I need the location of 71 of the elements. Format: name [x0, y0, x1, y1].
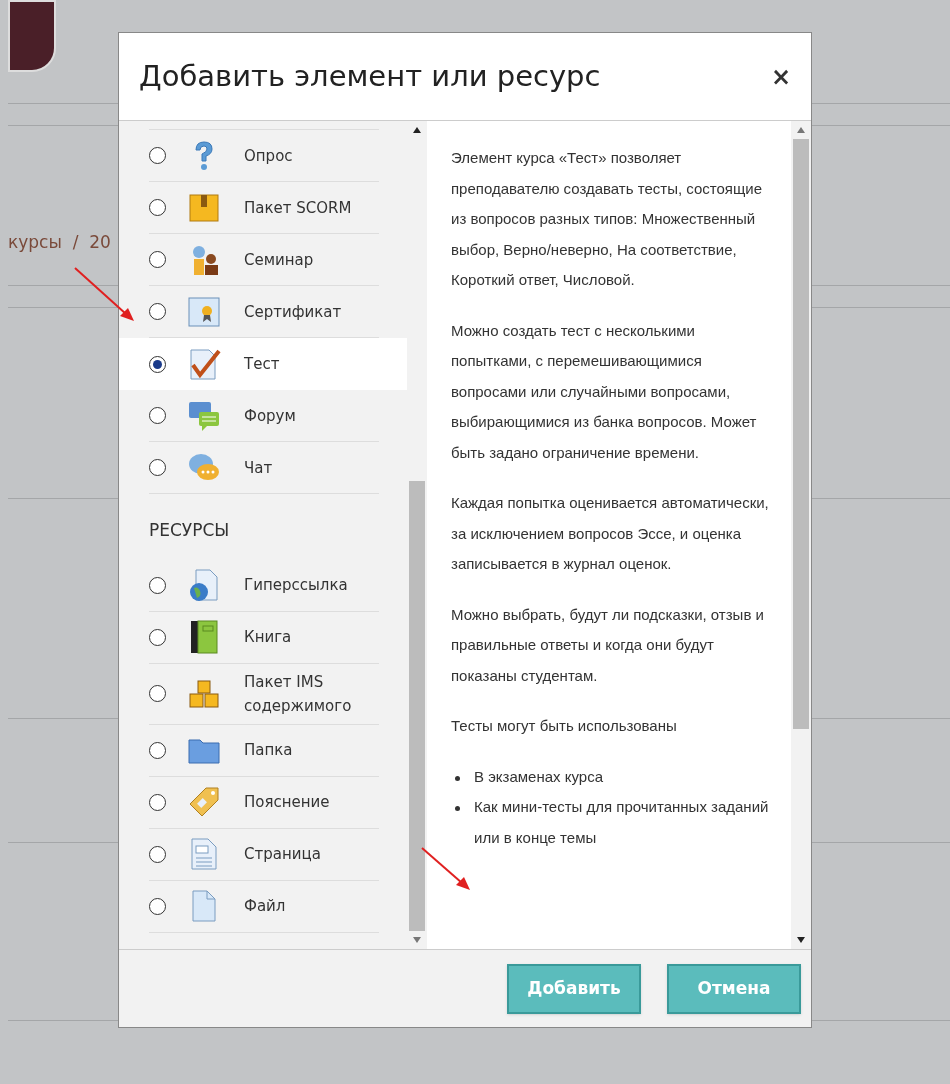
checkmark-document-icon — [187, 347, 221, 381]
annotation-arrow — [74, 267, 134, 321]
radio-button[interactable] — [149, 251, 166, 268]
certificate-icon — [188, 296, 220, 327]
radio-button[interactable] — [149, 459, 166, 476]
option-label: Страница — [244, 844, 322, 865]
option-label: Гиперссылка — [244, 575, 349, 596]
box-icon — [188, 192, 220, 223]
option-label: Тест — [244, 354, 281, 375]
option-label: Сертификат — [244, 301, 343, 323]
radio-button[interactable] — [149, 407, 166, 424]
radio-button[interactable] — [149, 793, 166, 811]
page-icon — [190, 837, 218, 871]
radio-button[interactable] — [149, 147, 166, 164]
bullet-icon — [455, 775, 460, 781]
list-item: В экзаменах курса — [474, 766, 603, 787]
book-icon — [190, 620, 218, 654]
module-option[interactable]: Семинар — [119, 234, 407, 286]
option-label: Пакет SCORM — [244, 197, 353, 219]
radio-button[interactable] — [149, 628, 166, 646]
radio-button[interactable] — [149, 897, 166, 915]
annotation-arrow — [421, 847, 470, 890]
radio-button[interactable] — [149, 576, 166, 594]
file-icon — [191, 889, 217, 923]
module-option[interactable]: Файл — [119, 880, 407, 933]
module-option[interactable]: Пояснение — [119, 776, 407, 829]
radio-button[interactable] — [149, 685, 166, 702]
module-option[interactable]: Пакет IMS содержимого — [119, 663, 407, 725]
option-label: Книга — [244, 627, 293, 648]
description-paragraph: Можно выбрать, будут ли подсказки, отзыв и правильные ответы и когда они будут показаны студентам. — [451, 604, 765, 686]
module-option[interactable]: Опрос — [119, 130, 407, 182]
scroll-down-icon — [797, 937, 805, 943]
scrollbar[interactable] — [791, 121, 811, 949]
tag-icon — [188, 786, 220, 818]
module-option[interactable]: Чат — [119, 442, 407, 494]
description-paragraph: Элемент курса «Тест» позволяет преподавателю создавать тесты, состоящие из вопросов разных типов: Множественный выбор, Верно/неверно, На соответствие, Короткий ответ, Числовой. — [451, 148, 763, 290]
option-label: Папка — [244, 740, 294, 761]
radio-button[interactable] — [149, 199, 166, 216]
description-paragraph: Каждая попытка оценивается автоматически, за исключением вопросов Эссе, и оценка записывается в журнал оценок. — [451, 493, 770, 574]
scroll-down-icon — [413, 937, 421, 943]
module-option[interactable]: Форум — [119, 390, 407, 442]
close-button[interactable]: × — [770, 58, 791, 95]
module-option[interactable]: Книга — [119, 611, 407, 664]
option-label: Пояснение — [244, 792, 331, 813]
module-option[interactable]: Тест — [119, 338, 407, 390]
module-option[interactable]: Пакет SCORM — [119, 182, 407, 234]
description-paragraph: Можно создать тест с несколькими попытками, с перемешивающимися вопросами или случайными вопросами, выбирающимися из банка вопросов. Может быть задано ограничение времени. — [451, 320, 758, 463]
dialog-title: Добавить элемент или ресурс — [139, 57, 601, 95]
option-label: Семинар — [244, 249, 315, 271]
module-option[interactable]: Гиперссылка — [119, 559, 407, 612]
stacked-boxes-icon — [188, 678, 220, 709]
option-label: Пакет IMS содержимого — [244, 671, 353, 717]
section-heading: РЕСУРСЫ — [149, 519, 231, 542]
list-item: Как мини-тесты для прочитанных заданий или в конце темы — [474, 797, 770, 848]
globe-document-icon — [188, 568, 220, 602]
option-label: Файл — [244, 896, 287, 917]
radio-button[interactable] — [149, 741, 166, 759]
option-label: Опрос — [244, 145, 294, 167]
option-label: Форум — [244, 405, 297, 427]
breadcrumb: курсы / 20 — [8, 231, 111, 254]
radio-button[interactable] — [149, 355, 166, 373]
module-option[interactable]: Папка — [119, 724, 407, 777]
radio-button[interactable] — [149, 845, 166, 863]
speech-bubbles-icon — [187, 399, 221, 432]
radio-button[interactable] — [149, 303, 166, 320]
folder-icon — [188, 736, 220, 764]
description-paragraph: Тесты могут быть использованы — [451, 716, 678, 736]
bullet-icon — [455, 806, 460, 811]
option-label: Чат — [244, 457, 274, 479]
logo — [8, 0, 56, 72]
module-option[interactable]: Страница — [119, 828, 407, 881]
